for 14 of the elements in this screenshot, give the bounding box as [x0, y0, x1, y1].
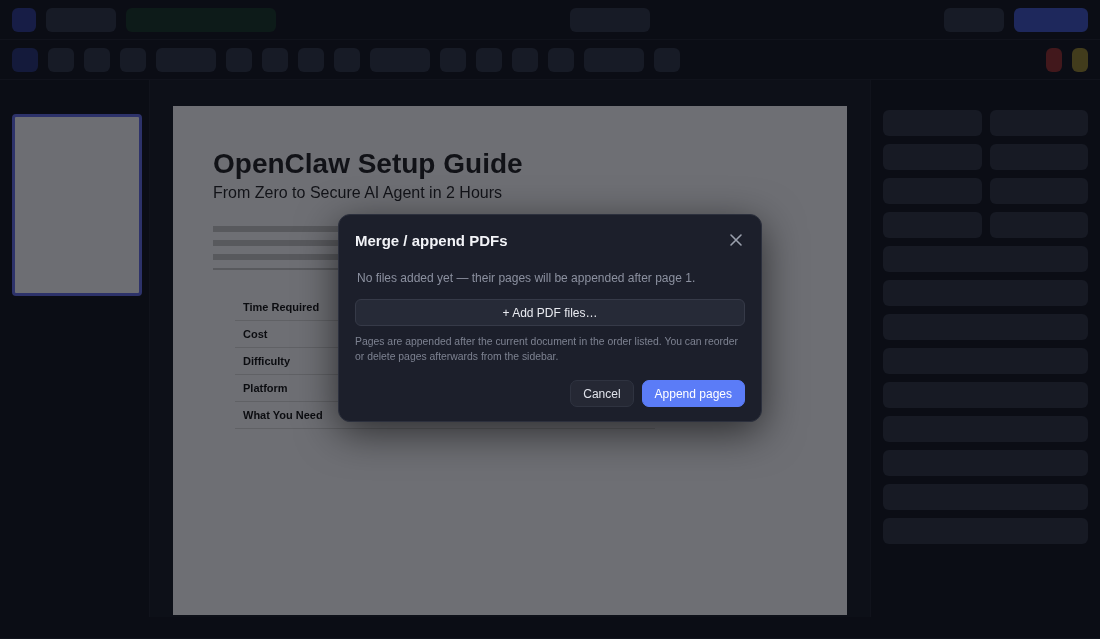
- export-button[interactable]: [1014, 7, 1088, 32]
- page-thumbnail[interactable]: [12, 114, 142, 296]
- close-button[interactable]: [727, 231, 745, 249]
- close-icon: [729, 233, 743, 247]
- dialog-title: Merge / append PDFs: [355, 231, 508, 249]
- color-swatch[interactable]: [1046, 47, 1062, 72]
- document-subtitle: From Zero to Secure AI Agent in 2 Hours: [213, 184, 504, 202]
- add-files-button[interactable]: + Add PDF files…: [355, 299, 745, 326]
- append-button[interactable]: Append pages: [641, 380, 745, 407]
- dialog-message: No files added yet — their pages will be appended after page 1.: [357, 271, 697, 285]
- cancel-button[interactable]: Cancel: [570, 380, 634, 407]
- document-title: OpenClaw Setup Guide: [213, 148, 524, 180]
- app-logo: [12, 7, 36, 32]
- color-swatch[interactable]: [1072, 47, 1088, 72]
